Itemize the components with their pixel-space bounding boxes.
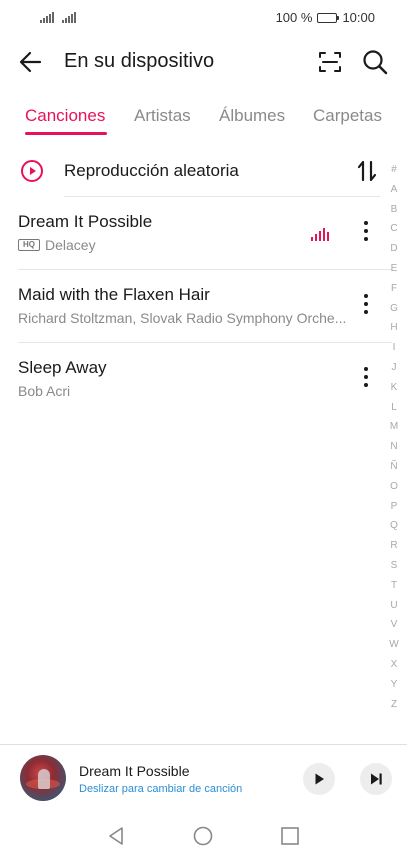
- hq-badge: HQ: [18, 239, 40, 251]
- mini-player[interactable]: Dream It Possible Deslizar para cambiar …: [0, 744, 407, 812]
- nav-recents-button[interactable]: [278, 824, 302, 848]
- alphabet-index-letter[interactable]: H: [386, 318, 402, 338]
- alphabet-index-letter[interactable]: T: [386, 576, 402, 596]
- more-options-button[interactable]: [355, 219, 377, 247]
- tab-carpetas[interactable]: Carpetas: [313, 106, 382, 126]
- alphabet-index-letter[interactable]: Z: [386, 695, 402, 715]
- alphabet-index-letter[interactable]: O: [386, 477, 402, 497]
- alphabet-index-letter[interactable]: Y: [386, 675, 402, 695]
- song-artist: Bob Acri: [18, 383, 71, 399]
- back-button[interactable]: [14, 46, 48, 78]
- alphabet-index-letter[interactable]: I: [386, 338, 402, 358]
- song-row[interactable]: Sleep Away Bob Acri: [0, 343, 392, 416]
- nav-home-button[interactable]: [191, 824, 215, 848]
- search-icon: [363, 50, 388, 75]
- square-recents-icon: [281, 827, 299, 845]
- sort-button[interactable]: [354, 157, 380, 185]
- page-title: En su dispositivo: [64, 50, 215, 72]
- alphabet-index-letter[interactable]: C: [386, 219, 402, 239]
- shuffle-play-button[interactable]: Reproducción aleatoria: [0, 148, 392, 196]
- song-title: Dream It Possible: [18, 212, 153, 231]
- scan-icon: [319, 52, 341, 72]
- clock: 10:00: [342, 10, 375, 25]
- arrow-left-icon: [19, 51, 42, 73]
- alphabet-index-letter[interactable]: L: [386, 398, 402, 418]
- song-subtitle: HQ Delacey: [18, 237, 96, 253]
- alphabet-index-letter[interactable]: V: [386, 615, 402, 635]
- battery-icon: [317, 12, 340, 23]
- alphabet-index-letter[interactable]: P: [386, 497, 402, 517]
- song-artist: Richard Stoltzman, Slovak Radio Symphony…: [18, 310, 347, 326]
- alphabet-index-letter[interactable]: K: [386, 378, 402, 398]
- alphabet-index-letter[interactable]: X: [386, 655, 402, 675]
- swipe-hint: Deslizar para cambiar de canción: [79, 783, 243, 795]
- alphabet-index-letter[interactable]: Q: [386, 516, 402, 536]
- play-button[interactable]: [303, 763, 335, 795]
- song-title: Sleep Away: [18, 358, 107, 377]
- triangle-back-icon: [109, 827, 123, 845]
- alphabet-index-letter[interactable]: N: [386, 437, 402, 457]
- song-subtitle: Bob Acri: [18, 383, 70, 399]
- now-playing-title: Dream It Possible: [79, 763, 190, 779]
- more-options-button[interactable]: [355, 292, 377, 320]
- alphabet-index-letter[interactable]: M: [386, 417, 402, 437]
- tab-artistas[interactable]: Artistas: [134, 106, 191, 126]
- circle-home-icon: [193, 826, 213, 846]
- signal-icon: [62, 11, 76, 23]
- alphabet-index-letter[interactable]: A: [386, 180, 402, 200]
- alphabet-index-letter[interactable]: W: [386, 635, 402, 655]
- play-icon: [315, 773, 324, 785]
- song-artist: Delacey: [45, 237, 96, 253]
- tab-albumes[interactable]: Álbumes: [219, 106, 285, 126]
- alphabet-index-letter[interactable]: Ñ: [386, 457, 402, 477]
- song-row[interactable]: Maid with the Flaxen Hair Richard Stoltz…: [0, 270, 392, 343]
- alphabet-index-letter[interactable]: E: [386, 259, 402, 279]
- song-row[interactable]: Dream It Possible HQ Delacey: [0, 197, 392, 270]
- song-title: Maid with the Flaxen Hair: [18, 285, 210, 304]
- now-playing-equalizer-icon: [311, 228, 329, 241]
- album-art[interactable]: [20, 755, 66, 801]
- alphabet-index-letter[interactable]: J: [386, 358, 402, 378]
- alphabet-index-letter[interactable]: U: [386, 596, 402, 616]
- tab-bar: Canciones Artistas Álbumes Carpetas: [0, 100, 407, 136]
- skip-next-icon: [371, 773, 382, 785]
- status-bar: 100 % 10:00: [0, 0, 407, 36]
- tab-canciones[interactable]: Canciones: [25, 106, 105, 126]
- shuffle-label: Reproducción aleatoria: [64, 161, 239, 180]
- alphabet-index-letter[interactable]: B: [386, 200, 402, 220]
- alphabet-index-letter[interactable]: #: [386, 160, 402, 180]
- scan-button[interactable]: [314, 47, 346, 77]
- alphabet-index-letter[interactable]: R: [386, 536, 402, 556]
- alphabet-index: # A B C D E F G H I J K L M N Ñ O P Q R S T U V W X Y Z: [386, 160, 402, 714]
- alphabet-index-letter[interactable]: S: [386, 556, 402, 576]
- alphabet-index-letter[interactable]: F: [386, 279, 402, 299]
- app-header: En su dispositivo: [0, 38, 407, 86]
- play-circle-icon: [21, 160, 43, 182]
- alphabet-index-letter[interactable]: D: [386, 239, 402, 259]
- tab-indicator: [25, 132, 107, 135]
- alphabet-index-letter[interactable]: G: [386, 299, 402, 319]
- signal-icon: [40, 11, 54, 23]
- battery-percent: 100 %: [275, 10, 313, 25]
- nav-back-button[interactable]: [104, 824, 128, 848]
- sort-icon: [357, 160, 377, 182]
- system-nav-bar: [0, 812, 407, 860]
- song-subtitle: Richard Stoltzman, Slovak Radio Symphony…: [18, 310, 346, 326]
- song-list: Dream It Possible HQ Delacey Maid with t…: [0, 197, 392, 416]
- more-options-button[interactable]: [355, 365, 377, 393]
- search-button[interactable]: [358, 46, 392, 78]
- next-button[interactable]: [360, 763, 392, 795]
